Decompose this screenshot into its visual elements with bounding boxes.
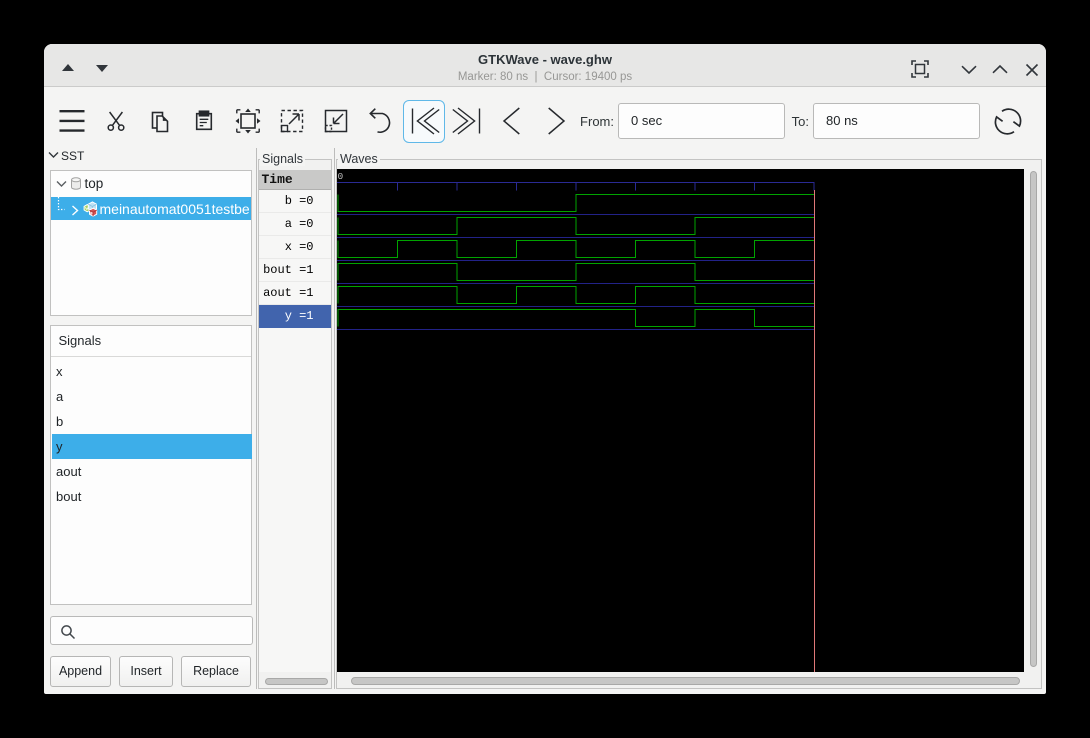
svg-text:0: 0 [338,171,344,182]
